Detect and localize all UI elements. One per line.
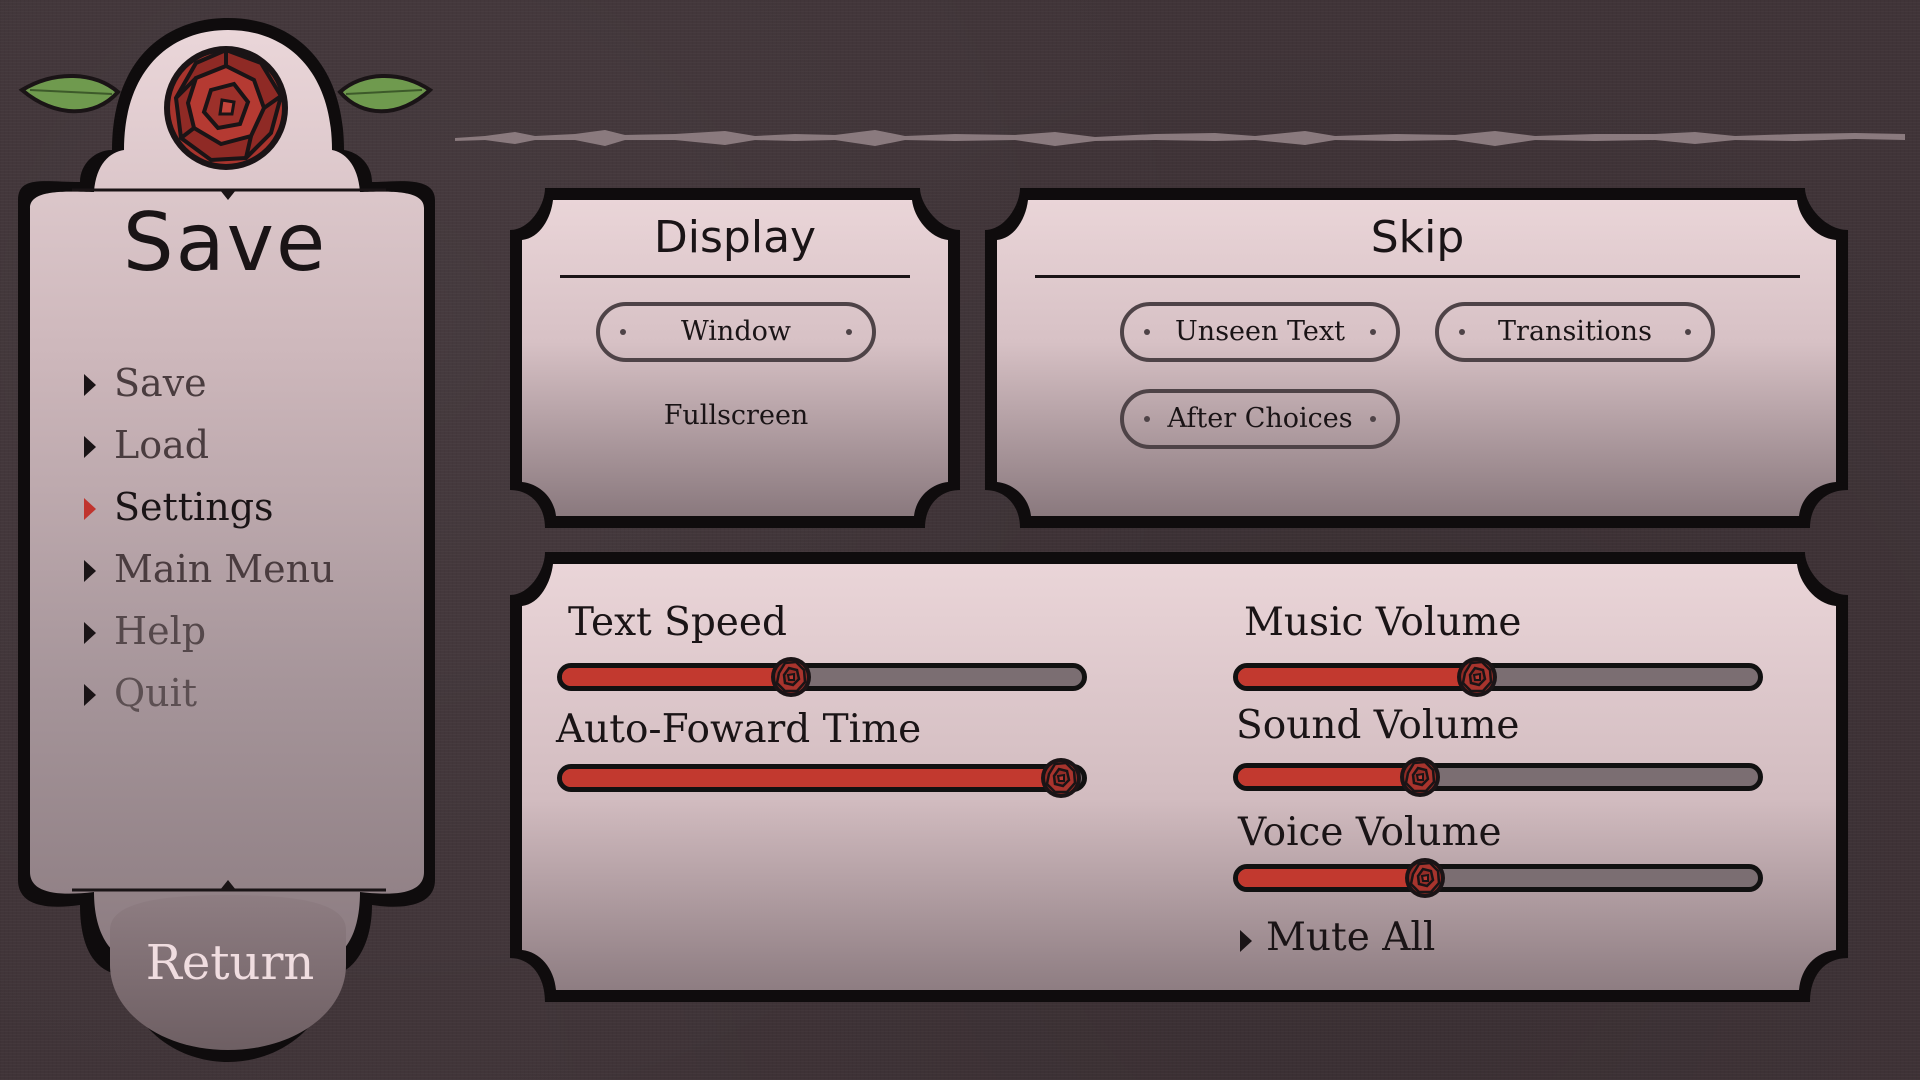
skip-unseen-text-button[interactable]: Unseen Text: [1120, 302, 1400, 362]
rose-knob-icon[interactable]: [1403, 856, 1447, 900]
voice-volume-label: Voice Volume: [1238, 810, 1502, 855]
pill-dot-icon: [846, 329, 852, 335]
text-speed-slider[interactable]: [557, 657, 1087, 697]
pill-dot-icon: [620, 329, 626, 335]
pill-dot-icon: [1144, 329, 1150, 335]
display-panel-title: Display: [653, 212, 817, 263]
mute-all-button[interactable]: Mute All: [1240, 915, 1435, 960]
slider-fill: [562, 769, 1062, 787]
skip-panel-title: Skip: [1370, 212, 1465, 263]
window-mode-label: Window: [681, 316, 791, 347]
pill-dot-icon: [1144, 416, 1150, 422]
window-mode-button[interactable]: Window: [596, 302, 876, 362]
display-title-rule: [560, 275, 910, 278]
rose-knob-icon[interactable]: [769, 655, 813, 699]
skip-title-rule: [1035, 275, 1800, 278]
pill-dot-icon: [1685, 329, 1691, 335]
mute-all-label: Mute All: [1266, 915, 1436, 960]
music-volume-label: Music Volume: [1244, 600, 1522, 645]
fullscreen-mode-button[interactable]: Fullscreen: [596, 400, 876, 431]
music-volume-slider[interactable]: [1233, 657, 1763, 697]
panel-frames: [510, 188, 1848, 1002]
skip-transitions-label: Transitions: [1498, 316, 1652, 347]
skip-after-choices-label: After Choices: [1167, 403, 1353, 434]
auto-forward-slider[interactable]: [557, 758, 1087, 798]
pill-dot-icon: [1459, 329, 1465, 335]
text-speed-label: Text Speed: [568, 600, 787, 645]
pill-dot-icon: [1370, 416, 1376, 422]
slider-fill: [562, 668, 791, 686]
skip-transitions-button[interactable]: Transitions: [1435, 302, 1715, 362]
auto-forward-label: Auto-Foward Time: [556, 707, 922, 752]
pill-dot-icon: [1370, 329, 1376, 335]
sound-volume-label: Sound Volume: [1236, 703, 1520, 748]
sound-volume-slider[interactable]: [1233, 757, 1763, 797]
slider-fill: [1238, 869, 1426, 887]
rose-knob-icon[interactable]: [1455, 655, 1499, 699]
slider-fill: [1238, 768, 1420, 786]
rose-knob-icon[interactable]: [1039, 756, 1083, 800]
slider-fill: [1238, 668, 1478, 686]
voice-volume-slider[interactable]: [1233, 858, 1763, 898]
rose-knob-icon[interactable]: [1398, 755, 1442, 799]
skip-unseen-text-label: Unseen Text: [1175, 316, 1345, 347]
triangle-right-icon: [1240, 930, 1252, 952]
skip-after-choices-button[interactable]: After Choices: [1120, 389, 1400, 449]
settings-screen: Save Save Load Settings Main Menu Help Q…: [0, 0, 1920, 1080]
